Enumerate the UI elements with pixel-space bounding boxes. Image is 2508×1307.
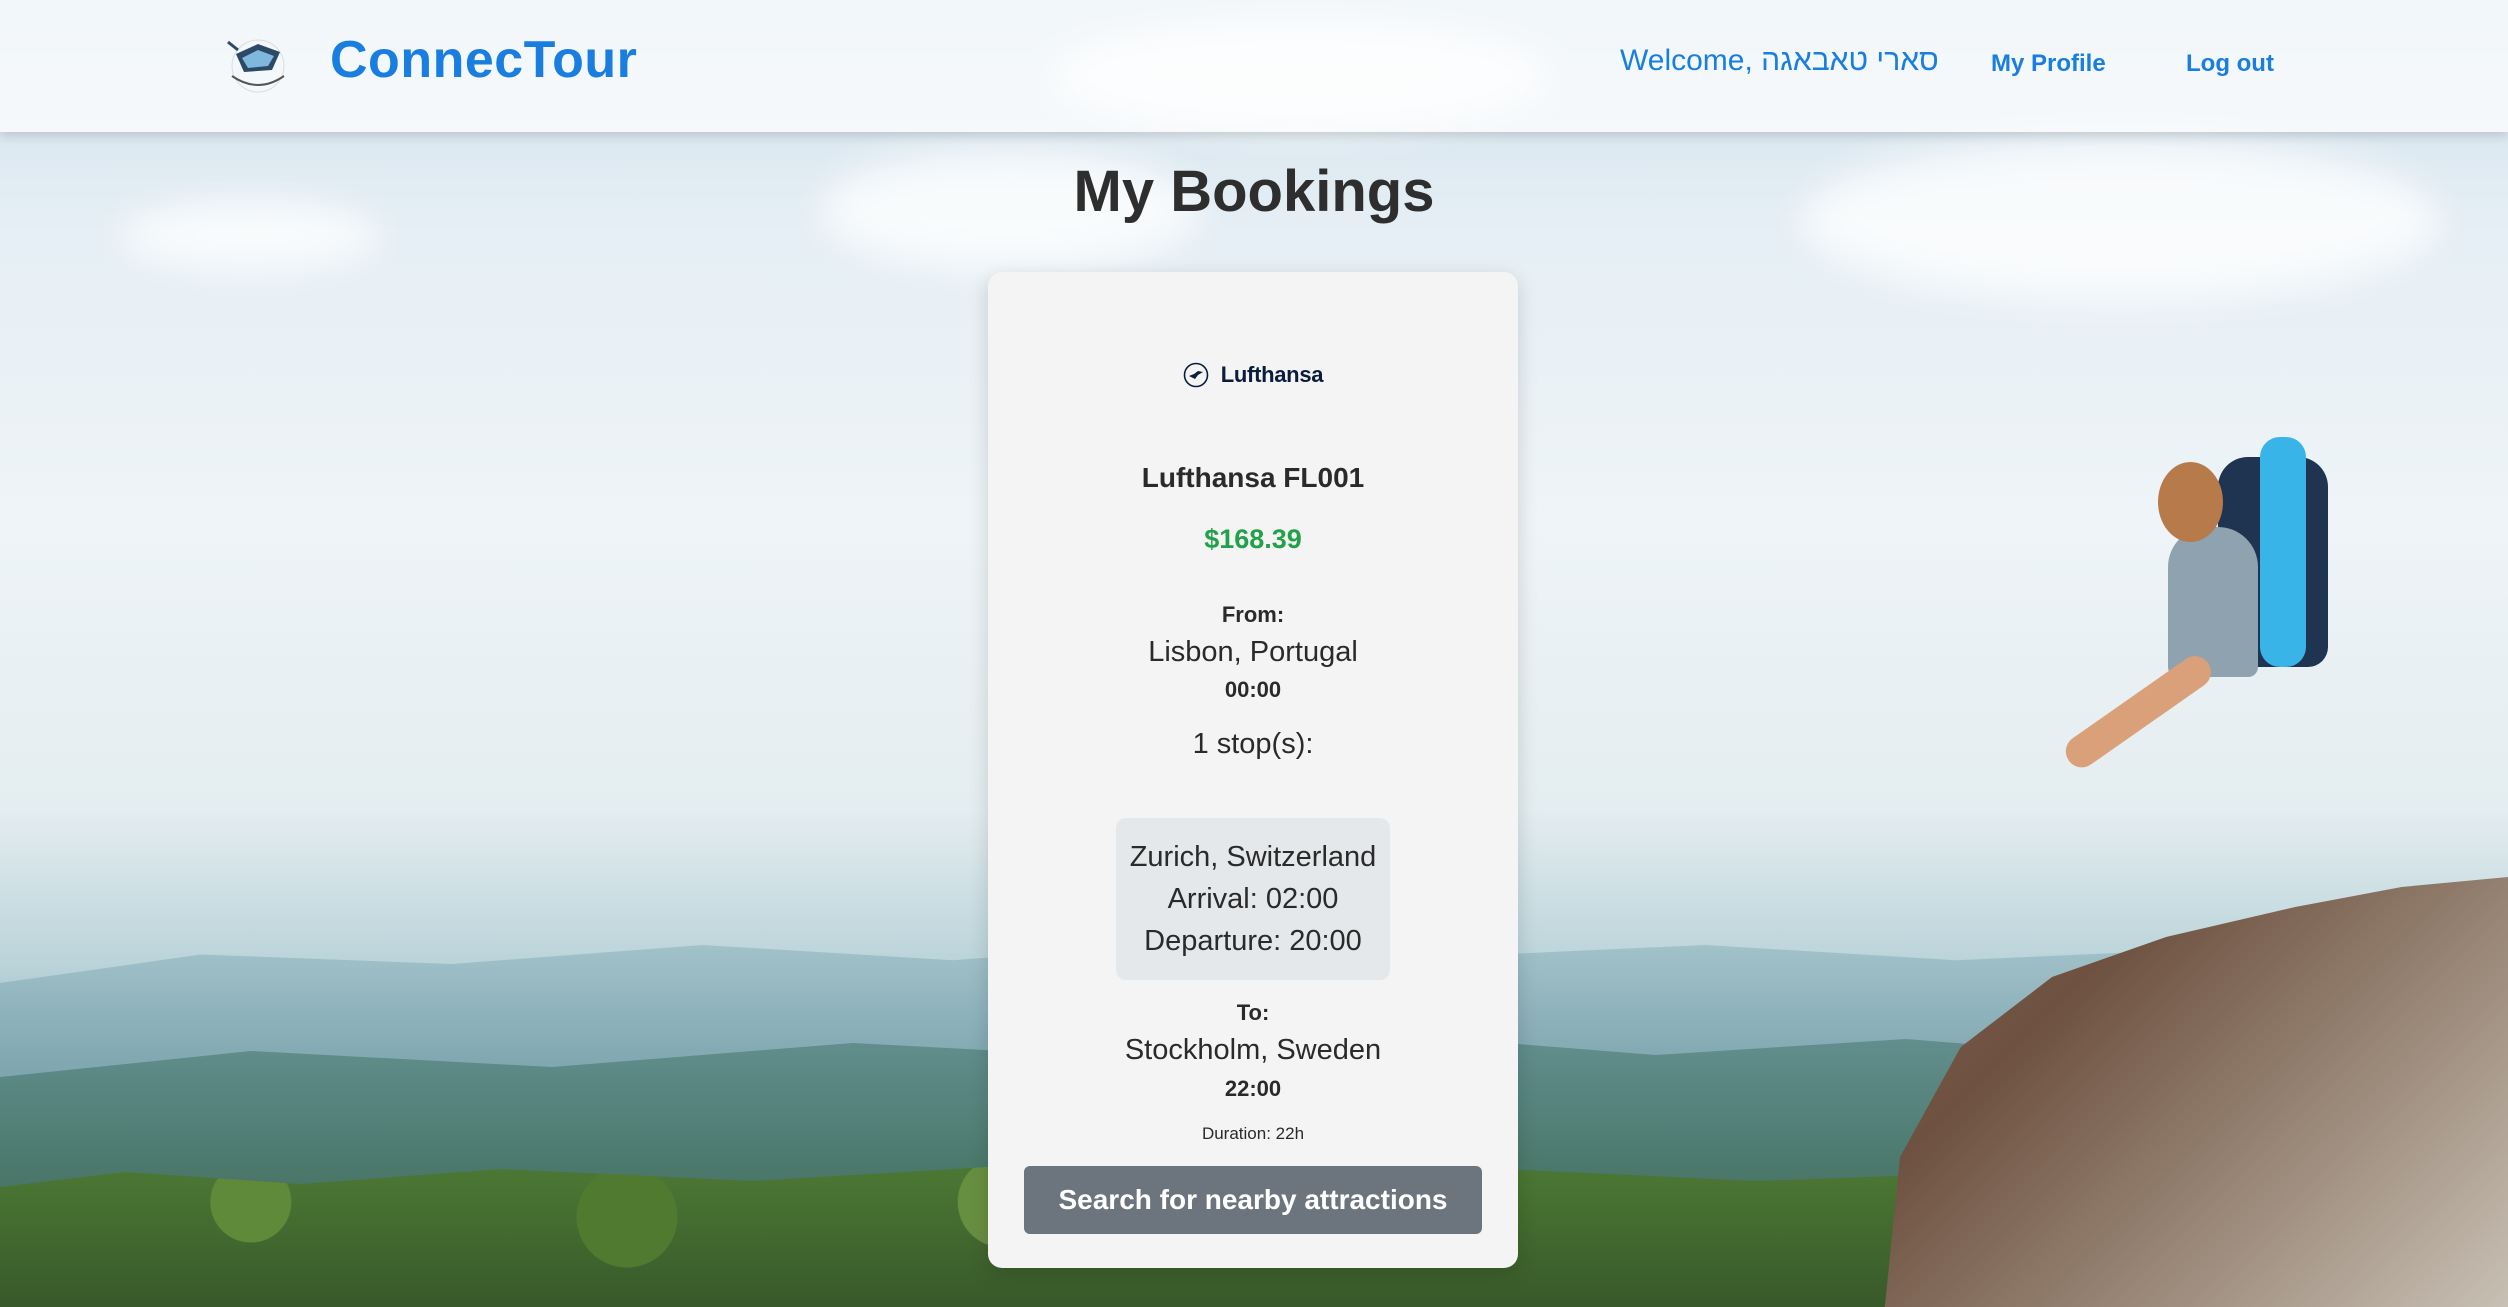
- search-attractions-button[interactable]: Search for nearby attractions: [1024, 1166, 1482, 1234]
- flight-name: Lufthansa FL001: [1141, 462, 1365, 493]
- stops-count: 1 stop(s):: [1192, 728, 1314, 760]
- stop-departure: Departure: 20:00: [1144, 925, 1362, 957]
- to-label: To:: [1236, 1000, 1270, 1025]
- logout-link[interactable]: Log out: [2186, 50, 2274, 78]
- my-profile-link[interactable]: My Profile: [1991, 50, 2106, 78]
- brand-name[interactable]: ConnecTour: [330, 30, 637, 90]
- stop-details: Zurich, Switzerland Arrival: 02:00 Depar…: [1116, 818, 1390, 980]
- lufthansa-crane-icon: [1183, 362, 1209, 388]
- to-city: Stockholm, Sweden: [1124, 1034, 1382, 1066]
- airline-logo-text: Lufthansa: [1220, 362, 1324, 387]
- flight-duration: Duration: 22h: [1201, 1124, 1305, 1143]
- to-time: 22:00: [1224, 1076, 1282, 1101]
- booking-card: Lufthansa Lufthansa FL001 $168.39 From: …: [988, 272, 1518, 1268]
- page-title: My Bookings: [1073, 159, 1435, 224]
- welcome-message: Welcome, סארי טאבאגה: [1620, 44, 1939, 77]
- from-city: Lisbon, Portugal: [1148, 636, 1358, 668]
- hiker-figure: [2059, 417, 2368, 837]
- stop-arrival: Arrival: 02:00: [1167, 883, 1339, 915]
- airline-logo: Lufthansa: [988, 362, 1518, 388]
- stop-city: Zurich, Switzerland: [1129, 841, 1377, 873]
- from-time: 00:00: [1224, 677, 1282, 702]
- from-label: From:: [1221, 602, 1285, 627]
- connectour-logo-icon[interactable]: [222, 32, 294, 96]
- top-navbar: ConnecTour Welcome, סארי טאבאגה My Profi…: [0, 0, 2508, 132]
- flight-price: $168.39: [1204, 524, 1302, 554]
